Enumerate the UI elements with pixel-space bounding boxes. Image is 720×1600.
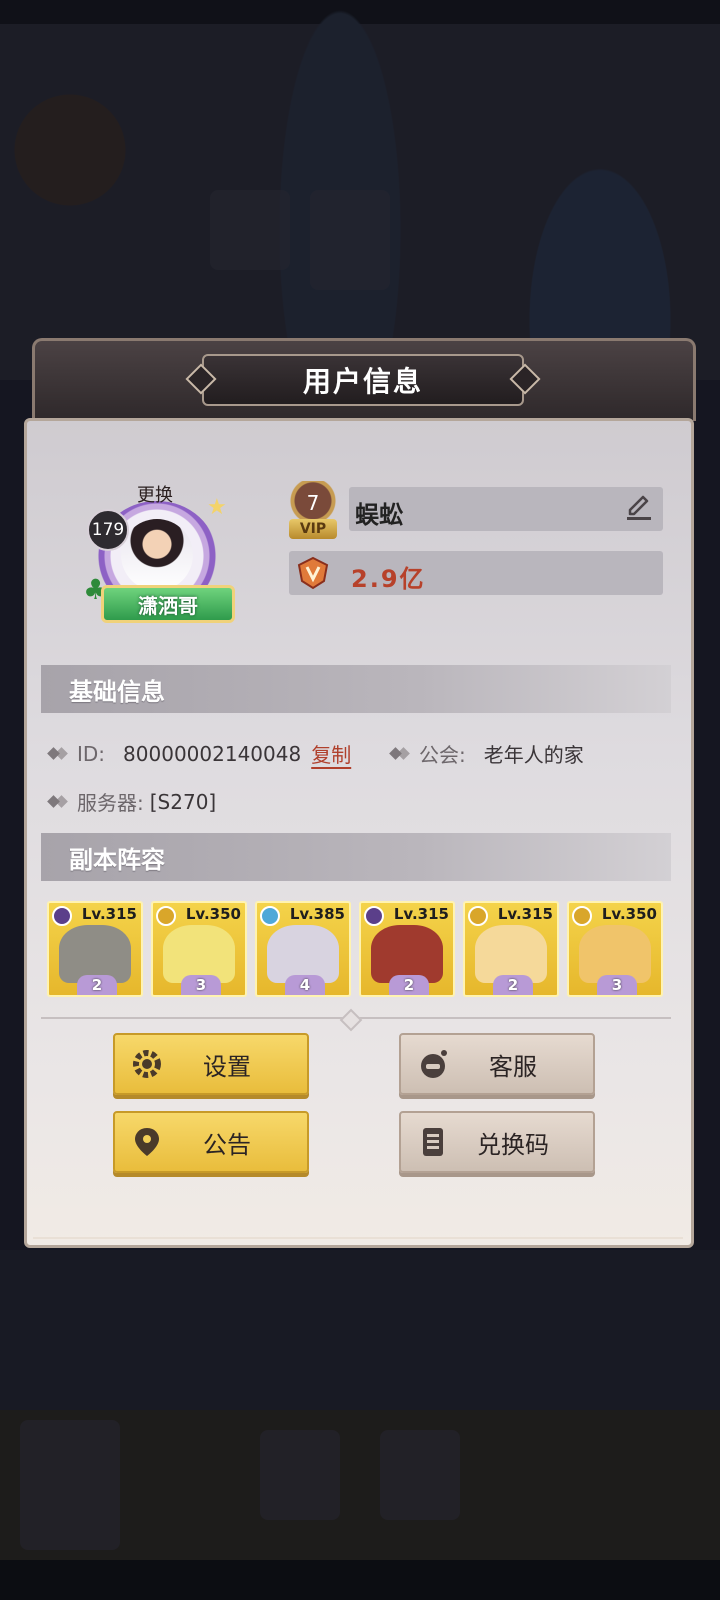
star-icon: ★ [207,495,227,520]
player-title-banner: 潇洒哥 [101,585,235,623]
combat-power-icon [297,556,329,590]
hero-stars: 2 [77,975,117,995]
guild-value[interactable]: 老年人的家 [484,739,584,768]
hero-stars: 3 [597,975,637,995]
hero-stars: 4 [285,975,325,995]
avatar[interactable]: ★ 更换 179 ♣ 潇洒哥 [83,481,237,631]
faction-gold-icon [468,906,488,926]
hero-stars: 2 [493,975,533,995]
server-label: 服务器: [77,791,144,815]
hero-card[interactable]: Lv.315 2 [47,901,143,997]
hero-card[interactable]: Lv.350 3 [567,901,663,997]
faction-dark-icon [52,906,72,926]
server-row: 服务器: [S270] [49,787,216,816]
hero-level: Lv.350 [601,905,657,923]
faction-gold-icon [156,906,176,926]
hero-lineup: Lv.315 2 Lv.350 3 Lv.385 4 Lv.315 2 Lv.3… [47,901,677,1001]
gear-icon [133,1050,161,1078]
combat-power-field: 2.9亿 [289,551,663,595]
settings-label: 设置 [203,1052,251,1081]
avatar-portrait [121,519,193,591]
settings-button[interactable]: 设置 [113,1033,309,1095]
headset-icon [421,1050,447,1078]
player-name-field: 蜈蚣 [349,487,663,531]
faction-light-icon [260,906,280,926]
hero-level: Lv.315 [497,905,553,923]
id-value: 80000002140048 [123,741,302,766]
basic-info-title: 基础信息 [69,677,165,706]
faction-gold-icon [572,906,592,926]
redeem-code-button[interactable]: 兑换码 [399,1111,595,1173]
copy-id-button[interactable]: 复制 [311,739,351,768]
bottom-ornament [33,1221,683,1239]
hero-card[interactable]: Lv.350 3 [151,901,247,997]
id-row: ID: 80000002140048 复制 [49,739,351,768]
player-name: 蜈蚣 [355,501,403,529]
user-info-dialog: 用户信息 ★ 更换 179 ♣ 潇洒哥 7 VIP 蜈蚣 2.9亿 基础信息 I… [24,334,698,1252]
dialog-title-plate: 用户信息 [202,354,524,406]
notebook-icon [423,1128,443,1156]
dungeon-lineup-title: 副本阵容 [69,845,165,874]
combat-power-value: 2.9亿 [351,565,426,593]
diamond-bullet-icon [49,747,67,761]
hero-level: Lv.315 [393,905,449,923]
customer-service-label: 客服 [489,1052,537,1081]
dialog-title: 用户信息 [302,365,423,398]
announcement-label: 公告 [203,1130,251,1159]
section-divider [41,1017,671,1019]
hero-level: Lv.315 [81,905,137,923]
location-pin-icon [135,1128,159,1156]
vip-label: VIP [289,519,337,539]
hero-card[interactable]: Lv.315 2 [463,901,559,997]
guild-row: 公会: 老年人的家 [391,739,584,768]
basic-info-header: 基础信息 [41,665,671,713]
faction-dark-icon [364,906,384,926]
edit-name-icon[interactable] [623,493,655,525]
hero-level: Lv.385 [289,905,345,923]
avatar-change-label[interactable]: 更换 [137,481,173,507]
redeem-code-label: 兑换码 [477,1130,549,1159]
customer-service-button[interactable]: 客服 [399,1033,595,1095]
vip-badge[interactable]: 7 VIP [283,481,343,547]
hero-stars: 3 [181,975,221,995]
server-value: [S270] [149,789,217,814]
diamond-bullet-icon [49,795,67,809]
dungeon-lineup-header: 副本阵容 [41,833,671,881]
hero-level: Lv.350 [185,905,241,923]
player-level-badge: 179 [87,509,129,551]
hero-stars: 2 [389,975,429,995]
id-label: ID: [77,741,106,766]
hero-card[interactable]: Lv.385 4 [255,901,351,997]
hero-card[interactable]: Lv.315 2 [359,901,455,997]
dialog-body: ★ 更换 179 ♣ 潇洒哥 7 VIP 蜈蚣 2.9亿 基础信息 ID: 80… [24,418,694,1248]
guild-label: 公会: [419,743,466,767]
diamond-bullet-icon [391,747,409,761]
announcement-button[interactable]: 公告 [113,1111,309,1173]
